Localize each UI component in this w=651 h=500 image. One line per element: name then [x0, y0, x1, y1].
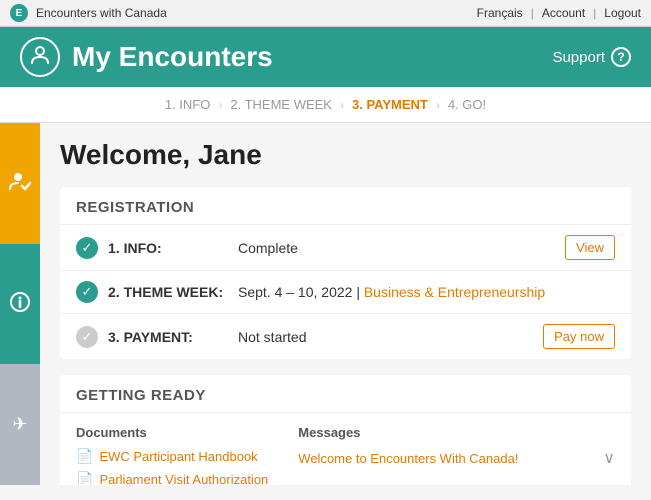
info-check-icon: ✓	[76, 237, 98, 259]
doc-icon-handbook: 📄	[76, 448, 93, 465]
support-help-icon: ?	[611, 47, 631, 67]
info-icon	[10, 292, 30, 317]
main-layout: ✈ Welcome, Jane REGISTRATION ✓ 1. INFO: …	[0, 123, 651, 485]
getting-ready-title: GETTING READY	[60, 375, 631, 413]
site-name-label: Encounters with Canada	[36, 6, 167, 20]
step-arrow-3: ›	[436, 98, 440, 112]
message-item-welcome[interactable]: Welcome to Encounters With Canada! ∨	[298, 448, 615, 468]
header-logo	[20, 37, 60, 77]
sidebar: ✈	[0, 123, 40, 485]
step-arrow-1: ›	[218, 98, 222, 112]
info-row-label: 1. INFO:	[108, 240, 228, 256]
message-label-welcome: Welcome to Encounters With Canada!	[298, 451, 518, 466]
registration-row-theme: ✓ 2. THEME WEEK: Sept. 4 – 10, 2022 | Bu…	[60, 271, 631, 314]
theme-row-label: 2. THEME WEEK:	[108, 284, 228, 300]
registration-card: REGISTRATION ✓ 1. INFO: Complete View ✓ …	[60, 187, 631, 359]
steps-progress-bar: 1. INFO › 2. THEME WEEK › 3. PAYMENT › 4…	[0, 87, 651, 123]
step-3[interactable]: 3. PAYMENT	[352, 97, 428, 112]
browser-nav: Français | Account | Logout	[477, 6, 641, 20]
payment-row-label: 3. PAYMENT:	[108, 329, 228, 345]
registration-row-info: ✓ 1. INFO: Complete View	[60, 225, 631, 271]
content-area: Welcome, Jane REGISTRATION ✓ 1. INFO: Co…	[40, 123, 651, 485]
sidebar-section-travel[interactable]: ✈	[0, 364, 40, 485]
messages-section-title: Messages	[298, 425, 615, 440]
doc-link-parliament[interactable]: 📄 Parliament Visit Authorization	[76, 471, 268, 485]
doc-label-handbook: EWC Participant Handbook	[99, 449, 257, 464]
payment-check-icon: ✓	[76, 326, 98, 348]
info-view-button[interactable]: View	[565, 235, 615, 260]
doc-link-handbook[interactable]: 📄 EWC Participant Handbook	[76, 448, 268, 465]
site-logo-small: E	[10, 4, 28, 22]
account-link[interactable]: Account	[542, 6, 585, 20]
person-check-icon	[9, 170, 31, 197]
registration-section-title: REGISTRATION	[60, 187, 631, 225]
app-header: My Encounters Support ?	[0, 27, 651, 87]
documents-section-title: Documents	[76, 425, 268, 440]
theme-row-status: Sept. 4 – 10, 2022 | Business & Entrepre…	[238, 284, 615, 300]
welcome-heading: Welcome, Jane	[60, 139, 631, 171]
support-label: Support	[552, 49, 605, 66]
doc-label-parliament: Parliament Visit Authorization	[99, 472, 268, 485]
logout-link[interactable]: Logout	[604, 6, 641, 20]
payment-row-status: Not started	[238, 329, 533, 345]
plane-icon: ✈	[12, 414, 27, 435]
francais-link[interactable]: Français	[477, 6, 523, 20]
step-4[interactable]: 4. GO!	[448, 97, 486, 112]
registration-row-payment: ✓ 3. PAYMENT: Not started Pay now	[60, 314, 631, 359]
sidebar-section-info[interactable]	[0, 244, 40, 365]
documents-section: Documents 📄 EWC Participant Handbook 📄 P…	[76, 425, 268, 485]
sidebar-section-registration[interactable]	[0, 123, 40, 244]
messages-section: Messages Welcome to Encounters With Cana…	[298, 425, 615, 485]
theme-check-icon: ✓	[76, 281, 98, 303]
step-arrow-2: ›	[340, 98, 344, 112]
browser-bar: E Encounters with Canada Français | Acco…	[0, 0, 651, 27]
getting-ready-body: Documents 📄 EWC Participant Handbook 📄 P…	[60, 413, 631, 485]
doc-icon-parliament: 📄	[76, 471, 93, 485]
header-logo-icon	[29, 43, 51, 71]
message-chevron-icon: ∨	[603, 448, 615, 468]
app-title: My Encounters	[72, 41, 273, 73]
step-1[interactable]: 1. INFO	[165, 97, 211, 112]
step-2[interactable]: 2. THEME WEEK	[230, 97, 332, 112]
theme-week-link[interactable]: Business & Entrepreneurship	[364, 284, 545, 300]
info-row-status: Complete	[238, 240, 555, 256]
getting-ready-card: GETTING READY Documents 📄 EWC Participan…	[60, 375, 631, 485]
support-button[interactable]: Support ?	[552, 47, 631, 67]
pay-now-button[interactable]: Pay now	[543, 324, 615, 349]
